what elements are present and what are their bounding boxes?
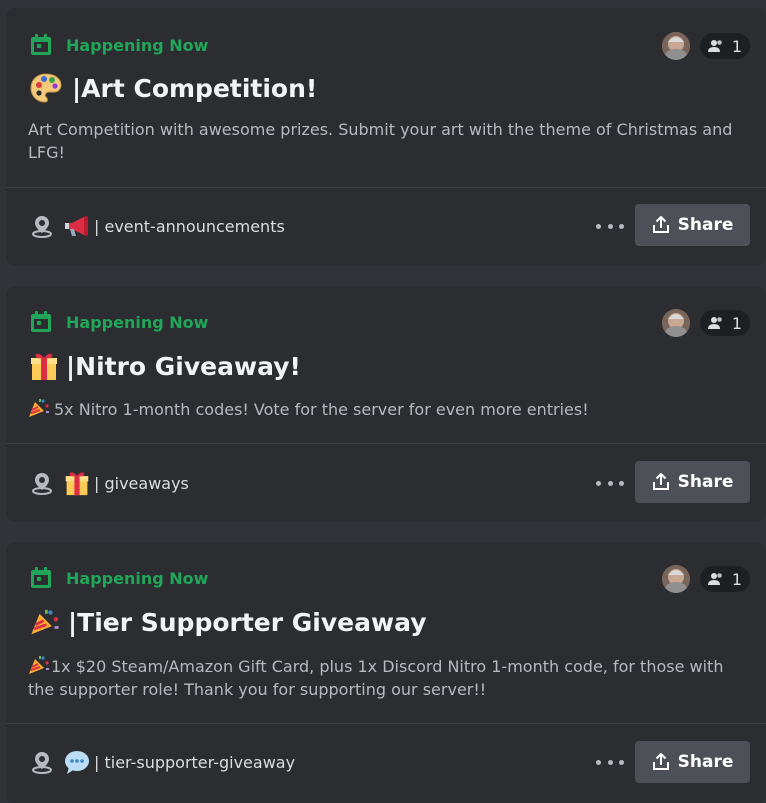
event-channel[interactable]: | event-announcements: [30, 212, 285, 240]
location-icon: [32, 216, 52, 238]
calendar-icon: [31, 34, 51, 55]
title-separator: |: [72, 73, 82, 103]
card-divider: [6, 443, 766, 444]
event-status: Happening Now: [30, 309, 208, 335]
event-channel[interactable]: | tier-supporter-giveaway: [30, 748, 295, 776]
event-card[interactable]: Happening Now 1 | Art Competition! Art C…: [6, 8, 766, 265]
party-popper-icon: [29, 656, 49, 674]
avatar-image: [662, 32, 690, 60]
share-icon: [652, 473, 669, 490]
title-text: Tier Supporter Giveaway: [77, 607, 427, 637]
share-button[interactable]: Share: [635, 461, 750, 503]
attendee-count: 1: [731, 36, 743, 56]
channel-name: | event-announcements: [94, 216, 285, 236]
attendee-count: 1: [731, 313, 743, 333]
share-label: Share: [677, 472, 734, 492]
share-icon: [652, 216, 669, 233]
title-text: Nitro Giveaway!: [75, 351, 301, 381]
share-label: Share: [677, 215, 734, 235]
avatar-image: [662, 309, 690, 337]
attendee-avatar[interactable]: [662, 32, 690, 60]
title-separator: |: [68, 607, 78, 637]
status-label: Happening Now: [66, 568, 209, 588]
megaphone-icon: [65, 216, 88, 236]
party-popper-icon: [31, 609, 59, 635]
users-icon: [707, 573, 722, 585]
status-label: Happening Now: [66, 35, 209, 55]
calendar-icon: [31, 311, 51, 332]
party-popper-icon: [29, 399, 49, 417]
avatar-image: [662, 565, 690, 593]
event-channel[interactable]: | giveaways: [30, 469, 189, 497]
more-options-button[interactable]: [596, 752, 624, 772]
users-icon: [707, 317, 722, 329]
card-divider: [6, 187, 766, 188]
event-title[interactable]: | Art Competition!: [30, 72, 317, 104]
channel-name: | giveaways: [94, 473, 189, 493]
channel-name: | tier-supporter-giveaway: [94, 752, 296, 772]
event-card[interactable]: Happening Now 1 | Nitro Giveaway! 5x Nit…: [6, 287, 766, 521]
speech-bubble-icon: [65, 751, 89, 774]
users-icon: [707, 40, 722, 52]
event-description: Art Competition with awesome prizes. Sub…: [28, 120, 733, 162]
title-separator: |: [66, 351, 76, 381]
more-options-button[interactable]: [596, 216, 624, 236]
card-divider: [6, 723, 766, 724]
attendee-count-badge[interactable]: 1: [700, 310, 750, 336]
status-label: Happening Now: [66, 312, 209, 332]
gift-icon: [31, 353, 57, 380]
event-title[interactable]: | Nitro Giveaway!: [30, 351, 301, 381]
share-button[interactable]: Share: [635, 204, 750, 246]
location-icon: [32, 473, 52, 495]
attendee-avatar[interactable]: [662, 309, 690, 337]
event-description: 5x Nitro 1-month codes! Vote for the ser…: [28, 398, 738, 421]
attendee-count-badge[interactable]: 1: [700, 566, 750, 592]
share-label: Share: [677, 752, 734, 772]
artist-palette-icon: [30, 73, 62, 103]
calendar-icon: [31, 567, 51, 588]
event-description: 1x $20 Steam/Amazon Gift Card, plus 1x D…: [28, 655, 738, 701]
attendee-count-badge[interactable]: 1: [700, 33, 750, 59]
description-text: 5x Nitro 1-month codes! Vote for the ser…: [54, 400, 589, 419]
event-card[interactable]: Happening Now 1 | Tier Supporter Giveawa…: [6, 543, 766, 803]
more-options-button[interactable]: [596, 473, 624, 493]
share-icon: [652, 753, 669, 770]
location-icon: [32, 752, 52, 774]
attendee-count: 1: [731, 569, 743, 589]
event-status: Happening Now: [30, 32, 208, 58]
share-button[interactable]: Share: [635, 741, 750, 783]
title-text: Art Competition!: [81, 73, 318, 103]
attendee-avatar[interactable]: [662, 565, 690, 593]
event-title[interactable]: | Tier Supporter Giveaway: [30, 607, 427, 637]
gift-icon: [65, 472, 89, 496]
description-text: 1x $20 Steam/Amazon Gift Card, plus 1x D…: [28, 657, 724, 699]
event-status: Happening Now: [30, 565, 208, 591]
